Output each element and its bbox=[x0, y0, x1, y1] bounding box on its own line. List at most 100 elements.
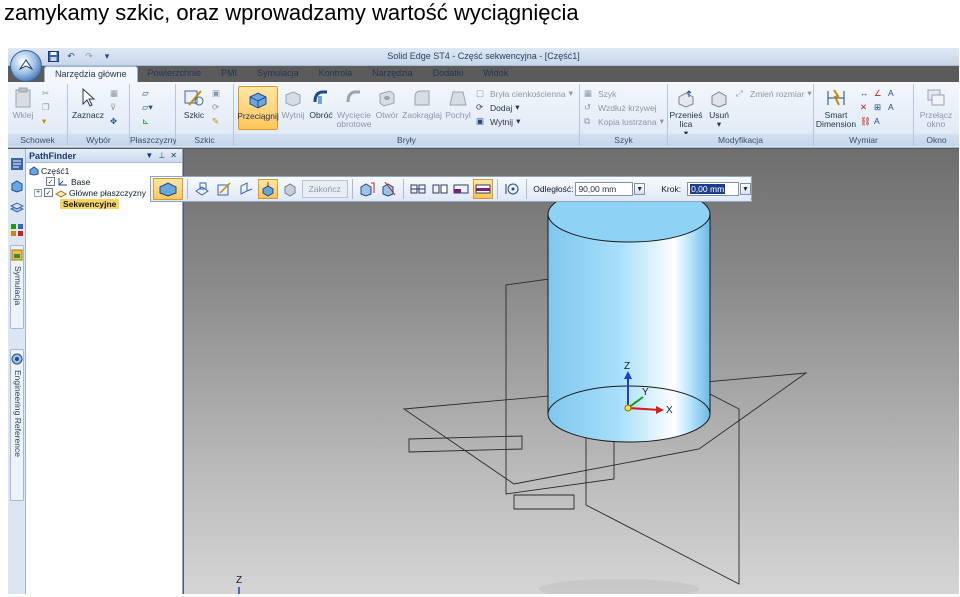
tab-dodatki[interactable]: Dodatki bbox=[423, 66, 474, 82]
treatment-step-button[interactable] bbox=[280, 179, 300, 199]
side-step-icon bbox=[240, 182, 252, 195]
side-option-2-button[interactable] bbox=[430, 179, 450, 199]
finish-button[interactable]: Zakończ bbox=[301, 180, 348, 198]
resize-button[interactable]: ⤢ Zmień rozmiar ▾ bbox=[736, 88, 812, 99]
pathfinder-tab-icon[interactable] bbox=[10, 157, 24, 171]
side-option-1-button[interactable] bbox=[408, 179, 428, 199]
extent-step-button[interactable] bbox=[257, 179, 278, 199]
window-title: Solid Edge ST4 - Część sekwencyjna - [Cz… bbox=[387, 51, 580, 61]
3d-viewport[interactable]: Z Y X Z bbox=[184, 149, 959, 594]
hole-button[interactable]: Otwór bbox=[374, 86, 400, 120]
parts-library-tab-icon[interactable] bbox=[10, 179, 24, 193]
switch-window-button[interactable]: Przełącz okno bbox=[916, 86, 956, 129]
tab-narzedzia[interactable]: Narzędzia bbox=[362, 66, 423, 82]
add-button[interactable]: ⟳ Dodaj ▾ bbox=[476, 102, 520, 113]
distance-dropdown-icon[interactable]: ▼ bbox=[634, 183, 646, 195]
smart-dimension-button[interactable]: Smart Dimension bbox=[816, 86, 856, 129]
visibility-checkbox[interactable]: ✓ bbox=[46, 177, 55, 186]
draw-profile-button[interactable] bbox=[214, 179, 234, 199]
side-option-3-button[interactable] bbox=[451, 179, 471, 199]
select-button[interactable]: Zaznacz bbox=[72, 86, 104, 120]
axis-x-label: X bbox=[666, 405, 673, 416]
select-option-1-button[interactable]: ▦ bbox=[110, 88, 121, 99]
round-button[interactable]: Zaokrąglaj bbox=[402, 86, 442, 120]
side-option-2-icon bbox=[432, 184, 447, 194]
group-modyfikacja: Przenieś lica ▾ Usuń ▾ ⤢ Zmień rozmiar ▾ Mod… bbox=[668, 84, 814, 146]
thin-wall-icon: ▢ bbox=[476, 88, 485, 98]
sketch-option-3-button[interactable]: ✎ bbox=[212, 116, 223, 127]
close-icon[interactable]: ✕ bbox=[170, 151, 177, 160]
treatment-step-icon bbox=[284, 183, 296, 197]
format-painter-button[interactable]: ▾ bbox=[42, 116, 53, 127]
tree-item-reference-planes[interactable]: + ✓ Główne płaszczyzny bbox=[34, 187, 146, 198]
move-faces-button[interactable]: Przenieś lica ▾ bbox=[669, 86, 703, 138]
group-label-szkic: Szkic bbox=[176, 134, 233, 146]
tree-item-base[interactable]: ✓ Base bbox=[46, 176, 90, 187]
sketch-option-1-button[interactable]: ▣ bbox=[212, 88, 223, 99]
simulation-icon bbox=[11, 249, 23, 261]
dimension-option-1-button[interactable]: ↔ ∠ A bbox=[860, 88, 899, 99]
feature-library-tab-icon[interactable] bbox=[10, 223, 24, 237]
distance-input[interactable]: 90,00 mm bbox=[575, 182, 634, 196]
tab-narzedzia-glowne[interactable]: Narzędzia główne bbox=[44, 66, 138, 82]
cut-small-button[interactable]: ▣ Wytnij ▾ bbox=[476, 116, 520, 127]
draft-button[interactable]: Pochyl bbox=[444, 86, 472, 120]
copy-icon: ❐ bbox=[42, 102, 50, 112]
pattern-button[interactable]: ▦ Szyk bbox=[584, 88, 616, 99]
tree-root[interactable]: Część1 bbox=[29, 165, 69, 176]
panel-menu-icon[interactable]: ▼ bbox=[145, 151, 153, 160]
plane-button-1[interactable]: ▱ bbox=[142, 88, 153, 99]
pattern-icon: ▦ bbox=[584, 88, 593, 98]
resize-icon: ⤢ bbox=[736, 88, 743, 98]
triad-origin[interactable] bbox=[624, 404, 632, 412]
select-profile-button[interactable] bbox=[192, 179, 212, 199]
extent-finite-button[interactable] bbox=[357, 179, 377, 199]
revolved-cut-button[interactable]: Wycięcie obrotowe bbox=[336, 86, 372, 129]
select-option-2-button[interactable]: ⊽ bbox=[110, 102, 121, 113]
revolve-button[interactable]: Obróć bbox=[308, 86, 334, 120]
symmetric-extent-icon bbox=[475, 184, 491, 194]
sketch-link-icon: ⟳ bbox=[212, 102, 220, 112]
step-input[interactable]: 0,00 mm bbox=[687, 182, 739, 196]
extrude-button[interactable]: Przeciągnij bbox=[237, 86, 279, 130]
along-curve-button[interactable]: ↺ Wzdłuż krzywej bbox=[584, 102, 657, 113]
sketch-option-2-button[interactable]: ⟳ bbox=[212, 102, 223, 113]
sidebar-tab-engineering-reference[interactable]: Engineering Reference bbox=[10, 349, 24, 501]
expand-icon[interactable]: + bbox=[34, 188, 42, 197]
extrude-step-button[interactable] bbox=[153, 178, 183, 200]
application-button[interactable] bbox=[10, 50, 42, 82]
revolved-cut-icon bbox=[342, 86, 366, 110]
symmetric-extent-button[interactable] bbox=[473, 179, 494, 199]
select-option-3-button[interactable]: ✥ bbox=[110, 116, 121, 127]
cut-button[interactable]: ✂ bbox=[42, 88, 53, 99]
tree-item-sequential[interactable]: Sekwencyjne bbox=[60, 198, 120, 209]
tab-symulacja[interactable]: Symulacja bbox=[247, 66, 309, 82]
tab-kontrola[interactable]: Kontrola bbox=[309, 66, 363, 82]
pathfinder-panel: PathFinder ▼ ⊥ ✕ Część1 ✓ Base + ✓ Główn… bbox=[26, 149, 183, 594]
paste-button[interactable]: Wklej bbox=[10, 86, 36, 120]
separator bbox=[526, 179, 528, 199]
layers-tab-icon[interactable] bbox=[9, 201, 25, 215]
delete-button[interactable]: Usuń ▾ bbox=[706, 86, 732, 129]
sketch-button[interactable]: Szkic bbox=[180, 86, 208, 120]
extrude-icon bbox=[246, 87, 270, 111]
extent-through-button[interactable] bbox=[379, 179, 399, 199]
dimension-option-2-button[interactable]: ✕ ⊞ A bbox=[860, 102, 899, 113]
plane-button-2[interactable]: ▱▾ bbox=[142, 102, 153, 113]
keypoint-button[interactable] bbox=[502, 179, 522, 199]
visibility-checkbox[interactable]: ✓ bbox=[44, 188, 53, 197]
cut-extrude-button[interactable]: Wytnij bbox=[280, 86, 306, 120]
side-step-button[interactable] bbox=[236, 179, 256, 199]
pin-icon[interactable]: ⊥ bbox=[158, 151, 165, 160]
copy-button[interactable]: ❐ bbox=[42, 102, 53, 113]
tab-powierzchnie[interactable]: Powierzchnie bbox=[138, 66, 212, 82]
step-dropdown-icon[interactable]: ▼ bbox=[739, 183, 751, 195]
coordinate-system-button[interactable]: ⊾ bbox=[142, 116, 153, 127]
tab-widok[interactable]: Widok bbox=[473, 66, 518, 82]
finite-extent-icon bbox=[360, 182, 375, 197]
tab-pmi[interactable]: PMI bbox=[211, 66, 247, 82]
dimension-option-3-button[interactable]: ⛓ A bbox=[860, 116, 885, 127]
mirror-button[interactable]: ⧉ Kopia lustrzana ▾ bbox=[584, 116, 664, 127]
sidebar-tab-symulacja[interactable]: Symulacja bbox=[10, 245, 24, 329]
thin-wall-button[interactable]: ▢ Bryła cienkościenna ▾ bbox=[476, 88, 573, 99]
